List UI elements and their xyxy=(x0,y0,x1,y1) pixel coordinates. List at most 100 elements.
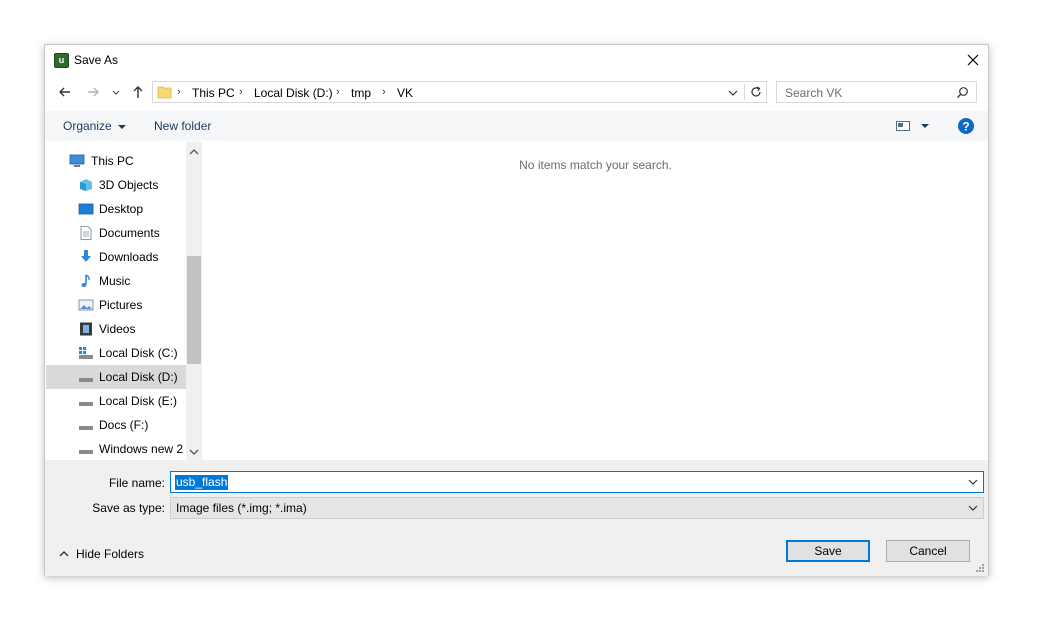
new-folder-button[interactable]: New folder xyxy=(154,119,211,133)
nav-item-documents[interactable]: Documents xyxy=(46,221,186,245)
breadcrumb-this-pc[interactable]: This PC xyxy=(192,86,235,100)
refresh-icon[interactable] xyxy=(749,85,763,99)
nav-scrollbar[interactable] xyxy=(186,142,202,460)
nav-item-music[interactable]: Music xyxy=(46,269,186,293)
scroll-up-icon[interactable] xyxy=(189,148,199,156)
svg-text:?: ? xyxy=(962,120,969,134)
nav-item-3d-objects[interactable]: 3D Objects xyxy=(46,173,186,197)
save-button[interactable]: Save xyxy=(786,540,870,562)
nav-label: 3D Objects xyxy=(99,178,159,192)
nav-item-local-disk-c[interactable]: Local Disk (C:) xyxy=(46,341,186,365)
desktop-icon xyxy=(78,203,94,215)
window-title: Save As xyxy=(74,53,119,67)
save-type-label: Save as type: xyxy=(92,501,165,515)
file-list-area[interactable]: No items match your search. xyxy=(203,142,988,460)
save-type-select[interactable]: Image files (*.img; *.ima) xyxy=(170,497,984,519)
help-button[interactable]: ? xyxy=(957,117,975,138)
save-options-panel: File name: usb_flash Save as type: Image… xyxy=(45,460,988,576)
nav-label: Local Disk (C:) xyxy=(99,346,178,360)
nav-item-videos[interactable]: Videos xyxy=(46,317,186,341)
help-icon: ? xyxy=(958,118,974,134)
search-icon xyxy=(957,87,968,98)
nav-label: Videos xyxy=(99,322,136,336)
up-button[interactable] xyxy=(128,82,148,102)
breadcrumb-local-disk-d[interactable]: Local Disk (D:) xyxy=(254,86,333,100)
cancel-button[interactable]: Cancel xyxy=(886,540,970,562)
film-icon xyxy=(80,322,92,336)
view-mode-icon xyxy=(896,121,910,131)
nav-label: Pictures xyxy=(99,298,143,312)
chevron-down-icon xyxy=(968,505,978,511)
system-drive-icon xyxy=(79,347,93,359)
arrow-right-icon xyxy=(88,87,99,97)
nav-item-desktop[interactable]: Desktop xyxy=(46,197,186,221)
drive-icon xyxy=(79,450,93,454)
nav-label: Downloads xyxy=(99,250,159,264)
save-as-dialog: u Save As › This PC › Local Disk (D:) › … xyxy=(44,44,989,576)
chevron-down-icon[interactable] xyxy=(967,476,979,488)
search-placeholder: Search VK xyxy=(785,86,843,100)
file-name-value: usb_flash xyxy=(175,475,229,490)
picture-icon xyxy=(78,299,94,311)
breadcrumb-vk[interactable]: VK xyxy=(397,86,413,100)
resize-grip-icon[interactable] xyxy=(975,563,985,573)
close-icon xyxy=(967,54,979,66)
drive-icon xyxy=(79,426,93,430)
breadcrumb-tmp[interactable]: tmp xyxy=(351,86,371,100)
chevron-up-icon xyxy=(59,551,69,557)
nav-label: Docs (F:) xyxy=(99,418,149,432)
nav-label: Local Disk (D:) xyxy=(99,370,178,384)
command-toolbar: Organize New folder ? xyxy=(45,111,988,141)
folder-icon xyxy=(157,86,172,99)
nav-item-downloads[interactable]: Downloads xyxy=(46,245,186,269)
close-button[interactable] xyxy=(958,45,988,75)
cube-icon xyxy=(80,179,92,191)
nav-label: Local Disk (E:) xyxy=(99,394,178,408)
document-icon xyxy=(80,226,92,240)
address-dropdown-chevron-icon[interactable] xyxy=(727,87,739,99)
caret-down-icon xyxy=(118,125,127,129)
music-note-icon xyxy=(81,274,90,287)
crumb-separator-icon: › xyxy=(239,86,243,98)
nav-item-local-disk-e[interactable]: Local Disk (E:) xyxy=(46,389,186,413)
nav-item-windows-new-2[interactable]: Windows new 2 xyxy=(46,437,186,460)
organize-label: Organize xyxy=(63,119,112,133)
nav-label: This PC xyxy=(91,154,134,168)
recent-locations-button[interactable] xyxy=(109,82,123,102)
crumb-separator-icon: › xyxy=(336,86,340,98)
search-input[interactable]: Search VK xyxy=(776,81,977,103)
crumb-separator-icon: › xyxy=(382,86,386,98)
drive-icon xyxy=(79,378,93,382)
crumb-separator-icon: › xyxy=(177,86,181,98)
back-button[interactable] xyxy=(55,82,75,102)
nav-label: Windows new 2 xyxy=(99,442,184,456)
navigation-pane: This PC 3D Objects Desktop Documents Dow… xyxy=(46,142,202,460)
address-bar[interactable]: › This PC › Local Disk (D:) › tmp › VK xyxy=(152,81,767,103)
nav-item-docs-f[interactable]: Docs (F:) xyxy=(46,413,186,437)
file-name-input[interactable]: usb_flash xyxy=(170,471,984,493)
chevron-down-icon xyxy=(112,90,120,95)
scroll-down-icon[interactable] xyxy=(189,448,199,456)
nav-scrollbar-thumb[interactable] xyxy=(187,256,201,364)
hide-folders-label: Hide Folders xyxy=(76,547,145,561)
file-name-label: File name: xyxy=(108,476,165,490)
title-bar: u Save As xyxy=(45,45,988,75)
drive-icon xyxy=(79,402,93,406)
save-type-value: Image files (*.img; *.ima) xyxy=(176,501,307,515)
nav-label: Documents xyxy=(99,226,160,240)
arrow-left-icon xyxy=(59,87,70,97)
nav-item-local-disk-d[interactable]: Local Disk (D:) xyxy=(46,365,186,389)
computer-icon xyxy=(69,154,85,167)
address-divider xyxy=(744,84,745,100)
nav-item-this-pc[interactable]: This PC xyxy=(46,149,186,173)
nav-item-pictures[interactable]: Pictures xyxy=(46,293,186,317)
empty-results-message: No items match your search. xyxy=(519,158,672,172)
caret-down-icon xyxy=(921,124,929,128)
forward-button[interactable] xyxy=(83,82,103,102)
organize-button[interactable]: Organize xyxy=(63,119,127,133)
arrow-up-icon xyxy=(133,86,143,98)
nav-label: Desktop xyxy=(99,202,144,216)
download-arrow-icon xyxy=(81,250,91,262)
view-options-button[interactable] xyxy=(896,120,929,135)
nav-label: Music xyxy=(99,274,131,288)
